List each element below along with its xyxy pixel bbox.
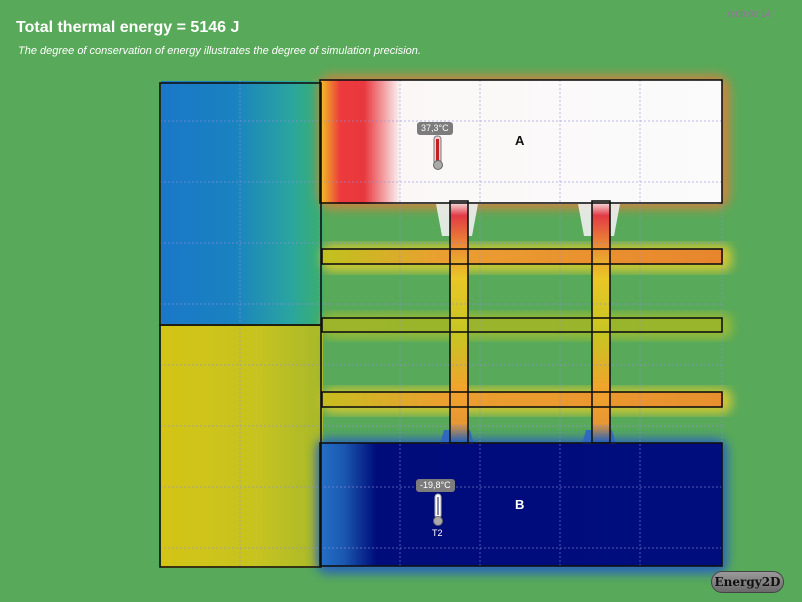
simulation-clock: 0:00:00:14 [728,9,771,19]
part-a-label: A [515,133,525,148]
thermometer-t2-reading: -19,8°C [416,479,455,492]
energy2d-logo: Energy2D [711,571,784,593]
simulation-canvas[interactable] [0,0,802,602]
bar-3 [322,392,723,407]
thermometer-t2-icon[interactable] [433,493,443,526]
thermometer-t2-label: T2 [432,528,443,538]
precision-note: The degree of conservation of energy ill… [18,45,421,57]
thermometer-a-reading: 37,3°C [417,122,453,135]
thermometer-a-icon[interactable] [433,135,443,170]
part-b-label: B [515,497,525,512]
bar-1 [322,249,723,264]
left-column-upper [161,81,323,327]
left-column-lower [161,324,323,568]
bar-2 [322,318,722,332]
energy-title: Total thermal energy = 5146 J [16,19,240,36]
